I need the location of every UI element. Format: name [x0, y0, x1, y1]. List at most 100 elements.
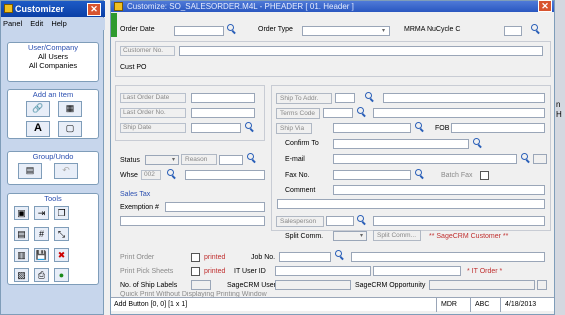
- comment-label: Comment: [285, 187, 316, 194]
- ship-via-field[interactable]: [333, 123, 411, 133]
- tool-properties-icon[interactable]: ▣: [14, 206, 29, 220]
- fob-field[interactable]: [451, 123, 545, 133]
- print-order-label: Print Order: [120, 254, 155, 261]
- background-window: n H: [555, 0, 565, 315]
- add-text-icon[interactable]: A: [26, 121, 50, 137]
- fax-lookup-icon[interactable]: [415, 169, 424, 178]
- chevron-down-icon[interactable]: ▾: [379, 27, 388, 35]
- salesperson-button[interactable]: Salesperson: [276, 216, 324, 227]
- terms-code-button[interactable]: Terms Code: [276, 108, 320, 119]
- menu-edit[interactable]: Edit: [30, 19, 43, 28]
- ship-date-lookup-icon[interactable]: [245, 122, 254, 131]
- user-company-title: User/Company: [27, 43, 79, 52]
- sagecrm-user-label: SageCRM User: [227, 282, 277, 289]
- tool-help-icon[interactable]: ●: [54, 268, 69, 282]
- reason-lookup-icon[interactable]: [247, 153, 256, 162]
- add-grid-icon[interactable]: ▦: [58, 101, 82, 117]
- tool-copy-icon[interactable]: ❐: [54, 206, 69, 220]
- ship-via-button[interactable]: Ship Via: [276, 123, 312, 134]
- job-no-lookup-icon[interactable]: [335, 250, 344, 259]
- split-comm-label: Split Comm.: [285, 233, 324, 240]
- ship-labels-field[interactable]: [191, 280, 211, 290]
- comment-field-2[interactable]: [277, 199, 545, 209]
- print-pick-label: Print Pick Sheets: [120, 268, 174, 275]
- sagecrm-opportunity-field[interactable]: [429, 280, 535, 290]
- print-order-checkbox[interactable]: [191, 253, 200, 262]
- window-close-button[interactable]: ✕: [538, 0, 552, 12]
- ship-to-lookup-icon[interactable]: [365, 92, 374, 101]
- print-pick-checkbox[interactable]: [191, 267, 200, 276]
- tool-tab-order-icon[interactable]: ⇥: [34, 206, 49, 220]
- status-date: 4/18/2013: [500, 298, 554, 312]
- tool-resize-icon[interactable]: ⤡: [54, 227, 69, 241]
- menu-help[interactable]: Help: [51, 19, 66, 28]
- job-no-field[interactable]: [279, 252, 331, 262]
- it-user-field[interactable]: [275, 266, 371, 276]
- sagecrm-opportunity-button[interactable]: [537, 280, 547, 290]
- fax-no-field[interactable]: [333, 170, 411, 180]
- terms-lookup-icon[interactable]: [357, 107, 366, 116]
- add-box-icon[interactable]: ▢: [58, 121, 82, 137]
- tool-grid-icon[interactable]: #: [34, 227, 49, 241]
- ship-to-name-field[interactable]: [383, 93, 545, 103]
- split-comm-button[interactable]: Split Comm...: [373, 230, 421, 241]
- ship-date-field: Ship Date: [120, 123, 186, 133]
- add-button-icon[interactable]: 🔗: [26, 101, 50, 117]
- salesperson-lookup-icon[interactable]: [357, 215, 366, 224]
- tool-print-icon[interactable]: ⎙: [34, 268, 49, 282]
- exemption-field[interactable]: [165, 202, 265, 212]
- reason-button[interactable]: Reason: [181, 154, 217, 165]
- ship-to-code-field[interactable]: [335, 93, 355, 103]
- ship-via-lookup-icon[interactable]: [415, 122, 424, 131]
- reason-field[interactable]: [219, 155, 243, 165]
- whse-lookup-icon[interactable]: [167, 169, 176, 178]
- user-company-group[interactable]: User/Company All Users All Companies: [7, 42, 99, 82]
- comment-field[interactable]: [333, 185, 545, 195]
- tool-script-icon[interactable]: ▧: [14, 268, 29, 282]
- sagecrm-user-field[interactable]: [275, 280, 351, 290]
- email-field[interactable]: [333, 154, 517, 164]
- undo-icon[interactable]: ↶: [54, 163, 78, 179]
- mrma-lookup-icon[interactable]: [531, 24, 540, 33]
- status-chevron-down-icon[interactable]: ▾: [169, 156, 178, 164]
- group-icon[interactable]: ▤: [18, 163, 42, 179]
- confirm-to-lookup-icon[interactable]: [473, 138, 482, 147]
- panel-title: Customizer: [15, 4, 65, 14]
- job-desc-field: [351, 252, 545, 262]
- printed-label-1: printed: [204, 254, 226, 261]
- tool-delete-icon[interactable]: ✖: [54, 248, 69, 262]
- order-type-select[interactable]: [302, 26, 390, 36]
- order-date-field[interactable]: [174, 26, 224, 36]
- tool-layout-icon[interactable]: ▥: [14, 248, 29, 262]
- exemption-field-2[interactable]: [120, 216, 265, 226]
- terms-code-field[interactable]: [323, 108, 353, 118]
- it-order-label: * IT Order *: [467, 268, 503, 275]
- ship-date-value[interactable]: [191, 123, 241, 133]
- order-date-lookup-icon[interactable]: [227, 24, 236, 33]
- split-chevron-down-icon[interactable]: ▾: [357, 232, 366, 240]
- tool-align-icon[interactable]: ▤: [14, 227, 29, 241]
- batch-fax-checkbox[interactable]: [480, 171, 489, 180]
- email-button[interactable]: [533, 154, 547, 164]
- ship-to-addr-button[interactable]: Ship To Addr.: [276, 93, 332, 104]
- menu-panel[interactable]: Panel: [3, 19, 22, 28]
- mrma-field[interactable]: [504, 26, 522, 36]
- it-user-label: IT User ID: [234, 268, 266, 275]
- panel-close-button[interactable]: ✕: [87, 3, 101, 16]
- confirm-to-field[interactable]: [333, 139, 469, 149]
- salesperson-field[interactable]: [326, 216, 354, 226]
- printed-label-2: printed: [204, 268, 226, 275]
- tool-save-icon[interactable]: 💾: [34, 248, 49, 262]
- last-order-no-value: [191, 108, 255, 118]
- customer-no-button[interactable]: Customer No.: [120, 46, 175, 56]
- window-app-icon: [114, 2, 123, 11]
- customer-name-field[interactable]: [179, 46, 543, 56]
- all-users-label: All Users: [37, 52, 68, 61]
- it-user-desc-field: [373, 266, 461, 276]
- sagecrm-opportunity-label: SageCRM Opportunity: [355, 282, 426, 289]
- terms-desc-field: [373, 108, 545, 118]
- window-title: Customize: SO_SALESORDER.M4L - PHEADER […: [127, 2, 354, 11]
- email-lookup-icon[interactable]: [521, 153, 530, 162]
- add-item-title: Add an Item: [32, 90, 74, 99]
- whse-field[interactable]: 002: [141, 170, 161, 180]
